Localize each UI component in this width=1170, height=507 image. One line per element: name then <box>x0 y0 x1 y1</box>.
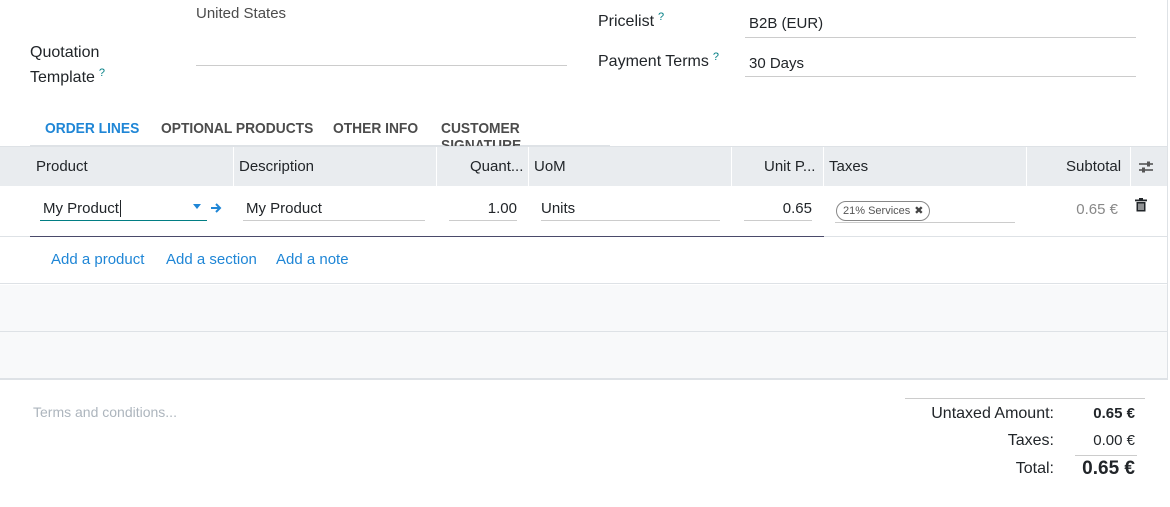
product-input-value: My Product <box>43 200 119 217</box>
notebook-tabs: ORDER LINES OPTIONAL PRODUCTS OTHER INFO… <box>30 112 610 154</box>
trash-icon[interactable] <box>1135 198 1147 217</box>
empty-row <box>0 285 1168 332</box>
pricelist-underline <box>745 37 1136 38</box>
taxes-label: Taxes: <box>1007 432 1054 449</box>
close-icon[interactable]: ✖ <box>914 205 923 217</box>
quotation-template-label-line2: Template <box>30 69 95 86</box>
col-divider <box>528 147 529 187</box>
col-subtotal[interactable]: Subtotal <box>1066 147 1121 187</box>
total-divider <box>1075 455 1137 456</box>
add-line-row: Add a product Add a section Add a note <box>0 237 1168 284</box>
col-divider <box>731 147 732 187</box>
help-icon[interactable]: ? <box>713 51 719 63</box>
tab-order-lines[interactable]: ORDER LINES <box>45 120 139 137</box>
quotation-template-field[interactable] <box>196 65 567 66</box>
payment-terms-label-text: Payment Terms <box>598 53 709 70</box>
col-quantity[interactable]: Quant... <box>470 147 523 187</box>
pricelist-label: Pricelist? <box>598 11 664 31</box>
add-note-link[interactable]: Add a note <box>276 251 349 268</box>
quotation-template-label: Quotation Template? <box>30 40 105 92</box>
description-input[interactable]: My Product <box>243 197 425 221</box>
order-lines-header: Product Description Quant... UoM Unit P.… <box>0 146 1168 187</box>
payment-terms-label: Payment Terms? <box>598 51 719 71</box>
add-section-link[interactable]: Add a section <box>166 251 257 268</box>
caret-down-icon[interactable] <box>193 204 201 209</box>
payment-terms-field[interactable]: 30 Days <box>749 55 804 72</box>
order-line-row[interactable]: My Product My Product 1.00 Units 0.65 0.… <box>0 186 1168 237</box>
payment-terms-underline <box>745 76 1136 77</box>
sliders-icon[interactable] <box>1138 160 1154 179</box>
add-product-link[interactable]: Add a product <box>51 251 144 268</box>
untaxed-amount-label: Untaxed Amount: <box>931 405 1054 422</box>
tab-other-info[interactable]: OTHER INFO <box>333 120 418 137</box>
col-divider <box>436 147 437 187</box>
taxes-value: 0.00 € <box>1093 432 1135 449</box>
tab-optional-products[interactable]: OPTIONAL PRODUCTS <box>161 120 313 137</box>
unit-price-input[interactable]: 0.65 <box>744 197 812 221</box>
totals-panel <box>905 398 1145 399</box>
col-divider <box>1026 147 1027 187</box>
col-taxes[interactable]: Taxes <box>829 147 868 187</box>
arrow-right-icon[interactable] <box>210 201 222 219</box>
tax-tag-label: 21% Services <box>843 205 911 217</box>
customer-country: United States <box>196 5 287 22</box>
col-uom[interactable]: UoM <box>534 147 566 187</box>
col-description[interactable]: Description <box>239 147 314 187</box>
terms-and-conditions-input[interactable]: Terms and conditions... <box>33 404 177 420</box>
untaxed-amount-value: 0.65 € <box>1093 405 1135 422</box>
quotation-template-label-line1: Quotation <box>30 44 100 61</box>
total-label: Total: <box>1015 460 1054 477</box>
empty-row <box>0 332 1168 379</box>
tax-tag: 21% Services ✖ <box>836 201 931 221</box>
col-divider <box>823 147 824 187</box>
col-divider <box>1130 147 1131 187</box>
col-product[interactable]: Product <box>36 147 88 187</box>
pricelist-field[interactable]: B2B (EUR) <box>749 15 823 32</box>
taxes-field-underline <box>835 222 1015 223</box>
pricelist-label-text: Pricelist <box>598 13 655 30</box>
col-divider <box>233 147 234 187</box>
quantity-input[interactable]: 1.00 <box>449 197 517 221</box>
total-value: 0.65 € <box>1082 458 1135 479</box>
line-subtotal: 0.65 € <box>1076 201 1118 218</box>
uom-input[interactable]: Units <box>541 197 720 221</box>
col-unit-price[interactable]: Unit P... <box>764 147 815 187</box>
product-input[interactable]: My Product <box>40 197 207 221</box>
table-right-border <box>1167 0 1168 380</box>
help-icon[interactable]: ? <box>658 11 664 23</box>
table-bottom-border <box>0 379 1168 380</box>
help-icon[interactable]: ? <box>99 67 105 79</box>
